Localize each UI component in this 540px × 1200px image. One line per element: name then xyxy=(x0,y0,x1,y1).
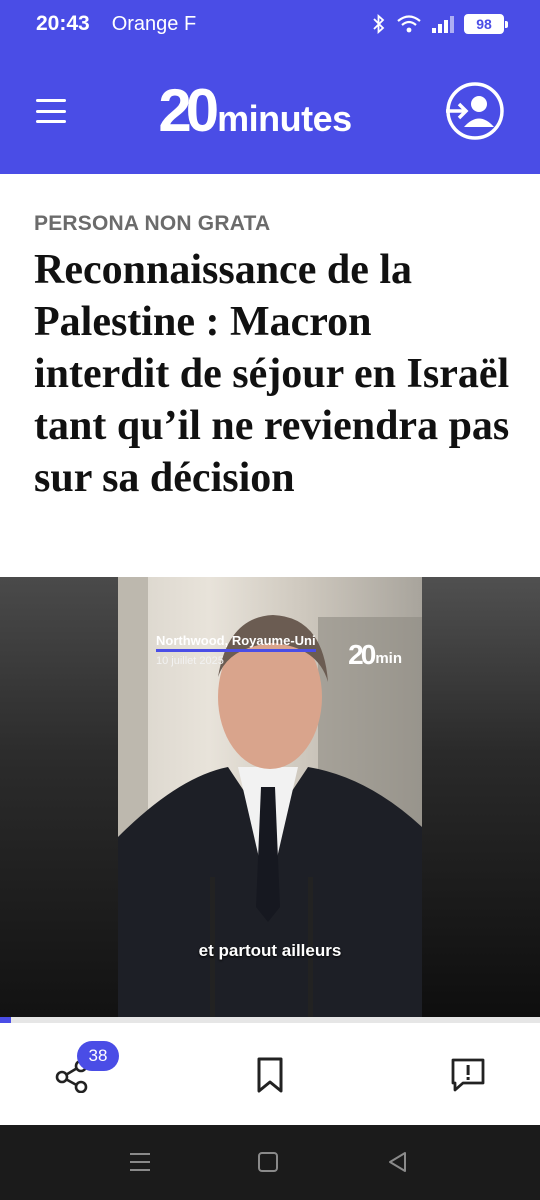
article-action-bar: 38 xyxy=(0,1023,540,1125)
system-nav-bar xyxy=(0,1125,540,1200)
app-header: 20 minutes xyxy=(0,48,540,174)
site-logo[interactable]: 20 minutes xyxy=(158,77,352,144)
account-login-icon[interactable] xyxy=(444,80,506,142)
article-kicker: PERSONA NON GRATA xyxy=(34,212,271,235)
signal-icon xyxy=(432,15,454,33)
battery-icon: 98 xyxy=(464,14,508,34)
hamburger-menu-icon[interactable] xyxy=(36,99,66,123)
video-location: Northwood, Royaume-Uni xyxy=(156,633,316,652)
video-logo-word: min xyxy=(375,650,402,667)
home-icon[interactable] xyxy=(248,1147,288,1177)
logo-number: 20 xyxy=(158,77,219,144)
video-date: 10 juillet 2025 xyxy=(156,655,224,667)
back-icon[interactable] xyxy=(378,1147,418,1177)
bluetooth-icon xyxy=(372,14,386,34)
video-blur-left xyxy=(0,577,118,1017)
status-bar: 20:43 Orange F 98 xyxy=(0,0,540,48)
share-count-badge: 38 xyxy=(77,1041,119,1071)
status-icons: 98 xyxy=(372,14,508,34)
status-carrier: Orange F xyxy=(111,12,197,35)
video-blur-right xyxy=(422,577,540,1017)
video-subtitle: et partout ailleurs xyxy=(198,941,342,960)
video-logo-number: 20 xyxy=(348,639,376,670)
article-headline: Reconnaissance de la Palestine : Macron … xyxy=(34,247,510,501)
video-player[interactable]: Northwood, Royaume-Uni 10 juillet 2025 2… xyxy=(0,577,540,1017)
comment-alert-icon[interactable] xyxy=(446,1053,490,1097)
status-time: 20:43 xyxy=(36,12,90,35)
logo-word: minutes xyxy=(217,98,352,139)
wifi-icon xyxy=(396,14,422,34)
video-frame: Northwood, Royaume-Uni 10 juillet 2025 2… xyxy=(118,577,422,1017)
video-watermark-logo: 20 min xyxy=(348,639,402,670)
bookmark-icon[interactable] xyxy=(248,1053,292,1097)
recent-apps-icon[interactable] xyxy=(120,1147,160,1177)
